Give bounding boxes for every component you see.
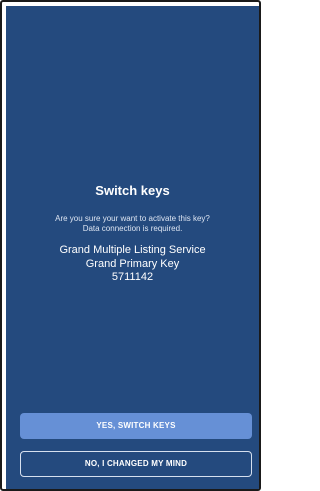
connection-note: Data connection is required.: [82, 224, 183, 233]
dialog-message: Are you sure your want to activate this …: [6, 214, 259, 234]
switch-keys-screen: Switch keys Are you sure your want to ac…: [6, 6, 259, 489]
device-frame: Switch keys Are you sure your want to ac…: [0, 0, 261, 491]
cancel-button[interactable]: NO, I CHANGED MY MIND: [20, 451, 252, 477]
service-name: Grand Multiple Listing Service: [59, 244, 206, 256]
confirmation-question: Are you sure your want to activate this …: [55, 214, 210, 223]
key-name: Grand Primary Key: [85, 258, 180, 270]
key-number: 5711142: [111, 271, 154, 283]
dialog-title: Switch keys: [95, 183, 170, 198]
confirm-switch-button[interactable]: YES, SWITCH KEYS: [20, 413, 252, 439]
switch-keys-dialog: Switch keys Are you sure your want to ac…: [6, 6, 259, 489]
